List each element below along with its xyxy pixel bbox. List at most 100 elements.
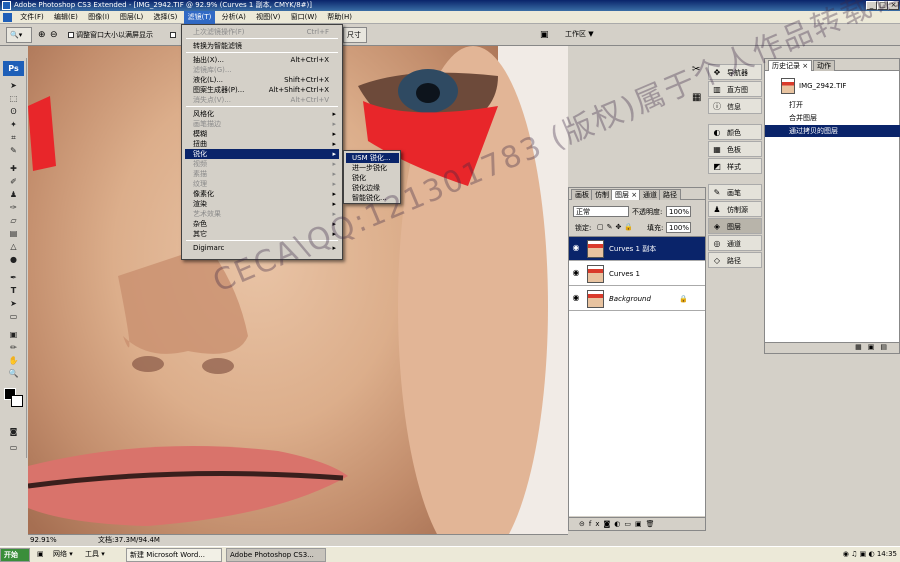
workspace-menu[interactable]: 工作区 ▼: [562, 27, 602, 43]
filter-menu-item[interactable]: 抽出(X)... Alt+Ctrl+X: [185, 55, 339, 65]
tab-actions[interactable]: 动作: [813, 60, 835, 71]
blur-tool-icon[interactable]: △: [6, 241, 21, 252]
filter-menu-item[interactable]: 像素化 ▸: [185, 189, 339, 199]
filter-menu-item[interactable]: 风格化 ▸: [185, 109, 339, 119]
network-toolbar[interactable]: 网络 ▾: [50, 548, 80, 562]
desktop-icon[interactable]: ▣: [34, 548, 46, 562]
filter-menu-item[interactable]: 画笔描边 ▸: [185, 119, 339, 129]
history-footer-buttons[interactable]: ▦▣▤: [765, 342, 899, 353]
screen-mode-icon[interactable]: ▭: [6, 442, 21, 453]
filter-menu-item[interactable]: 扭曲 ▸: [185, 139, 339, 149]
taskbar-word[interactable]: 新建 Microsoft Word...: [126, 548, 222, 562]
tab-artboard[interactable]: 画板: [571, 189, 593, 200]
panel-styles[interactable]: ◩ 样式: [708, 158, 762, 174]
panel-layers[interactable]: ◈ 图层: [708, 218, 762, 234]
menu-view[interactable]: 视图(V): [252, 11, 284, 24]
filter-menu-item[interactable]: 消失点(V)... Alt+Ctrl+V: [185, 95, 339, 105]
bridge-icon[interactable]: ▣: [540, 24, 549, 46]
brush-tool-icon[interactable]: ✐: [6, 176, 21, 187]
menu-image[interactable]: 图像(I): [84, 11, 114, 24]
eye-icon[interactable]: ◉: [571, 293, 581, 303]
eyedropper-icon[interactable]: ✏: [6, 342, 21, 353]
filter-menu-item[interactable]: 转换为智能滤镜: [185, 41, 339, 51]
layer-row[interactable]: ◉ Curves 1 副本: [569, 237, 705, 261]
panel-color[interactable]: ◐ 颜色: [708, 124, 762, 140]
filter-menu-item[interactable]: 渲染 ▸: [185, 199, 339, 209]
panel-swatches[interactable]: ▦ 色板: [708, 141, 762, 157]
history-snapshot[interactable]: IMG_2942.TIF: [769, 77, 897, 95]
menu-select[interactable]: 选择(S): [149, 11, 181, 24]
panel-paths[interactable]: ◇ 路径: [708, 252, 762, 268]
tab-paths[interactable]: 路径: [659, 189, 681, 200]
filter-menu-item[interactable]: 纹理 ▸: [185, 179, 339, 189]
panel-brushes[interactable]: ✎ 画笔: [708, 184, 762, 200]
crop-tool-icon[interactable]: ⌗: [6, 132, 21, 143]
slice-tool-icon[interactable]: ✎: [6, 145, 21, 156]
layer-row[interactable]: ◉ Background 🔒: [569, 287, 705, 311]
filter-menu-item[interactable]: 液化(L)... Shift+Ctrl+X: [185, 75, 339, 85]
filter-menu-item[interactable]: 视频 ▸: [185, 159, 339, 169]
menu-filter[interactable]: 滤镜(T): [183, 11, 216, 24]
filter-menu-item[interactable]: 上次滤镜操作(F) Ctrl+F: [185, 27, 339, 37]
quick-mask-icon[interactable]: ◙: [6, 426, 21, 437]
zoom-tool-icon[interactable]: 🔍: [6, 368, 21, 379]
fit-size-button[interactable]: 尺寸: [343, 27, 367, 43]
filter-menu-item[interactable]: 素描 ▸: [185, 169, 339, 179]
path-select-icon[interactable]: ➤: [6, 298, 21, 309]
magic-wand-tool-icon[interactable]: ✦: [6, 119, 21, 130]
submenu-usm-sharpen[interactable]: USM 锐化...: [346, 153, 399, 163]
move-tool-icon[interactable]: ➤: [6, 80, 21, 91]
start-button[interactable]: 开始: [0, 548, 30, 562]
dodge-tool-icon[interactable]: ●: [6, 254, 21, 265]
tab-channels[interactable]: 通道: [639, 189, 661, 200]
menu-edit[interactable]: 编辑(E): [50, 11, 82, 24]
zoom-level[interactable]: 92.91%: [30, 535, 57, 546]
menu-help[interactable]: 帮助(H): [323, 11, 356, 24]
filter-menu-item[interactable]: 模糊 ▸: [185, 129, 339, 139]
menu-file[interactable]: 文件(F): [16, 11, 48, 24]
opacity-input[interactable]: 100%: [666, 206, 691, 217]
history-step[interactable]: 通过拷贝的图层: [765, 125, 900, 137]
marquee-tool-icon[interactable]: ⬚: [6, 93, 21, 104]
filter-menu-item[interactable]: 图案生成器(P)... Alt+Shift+Ctrl+X: [185, 85, 339, 95]
pen-tool-icon[interactable]: ✒: [6, 272, 21, 283]
tab-layers[interactable]: 图层 ×: [611, 189, 642, 200]
fill-input[interactable]: 100%: [666, 222, 691, 233]
filter-menu-item[interactable]: 滤镜库(G)...: [185, 65, 339, 75]
submenu-sharpen-more[interactable]: 进一步锐化: [346, 163, 399, 173]
menu-layer[interactable]: 图层(L): [116, 11, 147, 24]
history-brush-icon[interactable]: ✑: [6, 202, 21, 213]
filter-menu-item[interactable]: 锐化 ▸: [185, 149, 339, 159]
eye-icon[interactable]: ◉: [571, 268, 581, 278]
tab-clone[interactable]: 仿制: [591, 189, 613, 200]
notes-tool-icon[interactable]: ▣: [6, 329, 21, 340]
panel-channels[interactable]: ◎ 通道: [708, 235, 762, 251]
menu-window[interactable]: 窗口(W): [287, 11, 321, 24]
gradient-tool-icon[interactable]: ▤: [6, 228, 21, 239]
taskbar-photoshop[interactable]: Adobe Photoshop CS3...: [226, 548, 326, 562]
tools-toolbar[interactable]: 工具 ▾: [82, 548, 110, 562]
resize-windows-checkbox[interactable]: 调整窗口大小以满屏显示: [68, 24, 153, 46]
eraser-tool-icon[interactable]: ▱: [6, 215, 21, 226]
healing-brush-icon[interactable]: ✚: [6, 163, 21, 174]
layers-footer-buttons[interactable]: ⊝fx◙◐▭▣🗑: [569, 517, 705, 530]
background-color-swatch[interactable]: [11, 395, 23, 407]
clone-stamp-icon[interactable]: ♟: [6, 189, 21, 200]
lock-icons[interactable]: ▢✎✥🔒: [597, 223, 636, 231]
hand-tool-icon[interactable]: ✋: [6, 355, 21, 366]
zoom-out-icon[interactable]: ⊖: [50, 24, 58, 46]
history-step[interactable]: 打开: [765, 99, 900, 111]
menu-analysis[interactable]: 分析(A): [218, 11, 250, 24]
panel-info[interactable]: ⓘ 信息: [708, 98, 762, 114]
type-tool-icon[interactable]: T: [6, 285, 21, 296]
eye-icon[interactable]: ◉: [571, 243, 581, 253]
panel-clone-source[interactable]: ♟ 仿制源: [708, 201, 762, 217]
history-step[interactable]: 合并图层: [765, 112, 900, 124]
blend-mode-select[interactable]: 正常: [573, 206, 629, 217]
zoom-tool-preset[interactable]: 🔍▾: [6, 27, 32, 43]
second-checkbox[interactable]: [170, 24, 178, 46]
layer-row[interactable]: ◉ Curves 1: [569, 262, 705, 286]
zoom-in-icon[interactable]: ⊕: [38, 24, 46, 46]
shape-tool-icon[interactable]: ▭: [6, 311, 21, 322]
lasso-tool-icon[interactable]: ʘ: [6, 106, 21, 117]
